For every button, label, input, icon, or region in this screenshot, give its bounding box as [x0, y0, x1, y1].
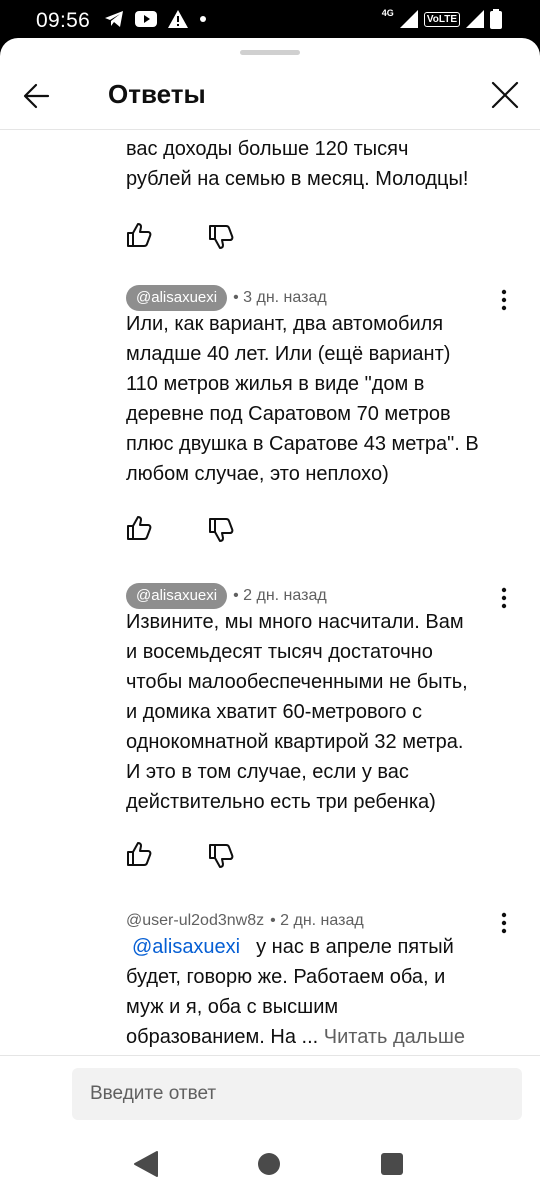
dislike-button[interactable] [206, 222, 236, 252]
status-time: 09:56 [36, 9, 91, 32]
reply-text-line: однокомнатной квартирой 32 метра. [126, 731, 464, 753]
read-more-link[interactable]: Читать дальше [324, 1026, 465, 1048]
warning-icon [168, 10, 188, 28]
network-type: 4G [381, 8, 394, 18]
reply-text: @alisaxuexi у нас в апреле пятый будет, г… [126, 932, 516, 1052]
thumb-up-icon [127, 842, 152, 866]
drag-handle[interactable] [240, 50, 300, 55]
reply-date: • 2 дн. назад [270, 912, 364, 929]
mention-link[interactable]: @alisaxuexi [132, 936, 240, 958]
close-icon [491, 81, 519, 109]
triangle-back-icon [134, 1151, 158, 1177]
dot-icon [200, 16, 206, 22]
reply-date: • 3 дн. назад [233, 289, 327, 306]
system-nav-bar [0, 1133, 540, 1200]
reply-text-line: плюс двушка в Саратове 43 метра". В [126, 433, 479, 455]
back-button[interactable] [18, 76, 58, 116]
reply-text-line: любом случае, это неплохо) [126, 463, 389, 485]
header-divider [0, 129, 540, 130]
telegram-icon [105, 11, 123, 27]
reply-text: Извините, мы много насчитали. Вам и восе… [126, 607, 516, 817]
reply-meta: @alisaxuexi • 3 дн. назад [126, 285, 327, 311]
reply-text-line: Извините, мы много насчитали. Вам [126, 611, 464, 633]
thumb-down-icon [209, 844, 234, 868]
reply-text-line: младше 40 лет. Или (ещё вариант) [126, 343, 451, 365]
reply-text-line: вас доходы больше 120 тысяч [126, 138, 409, 160]
reply-author[interactable]: @alisaxuexi [126, 285, 228, 311]
nav-back-button[interactable] [133, 1150, 159, 1178]
reply-text-line: @alisaxuexi у нас в апреле пятый [126, 932, 516, 962]
dislike-button[interactable] [206, 515, 236, 545]
close-button[interactable] [484, 74, 526, 116]
arrow-left-icon [23, 83, 50, 109]
reply-composer [0, 1055, 540, 1133]
battery-icon [490, 9, 502, 29]
replies-header: Ответы [0, 68, 540, 130]
volte-badge: VoLTE [423, 11, 460, 27]
more-vertical-icon [501, 289, 507, 311]
reply-text-line: чтобы малообеспеченными не быть, [126, 671, 468, 693]
reply-text-line: и домика хватит 60-метрового с [126, 701, 423, 723]
reply-meta: @user-ul2od3nw8z • 2 дн. назад [126, 908, 364, 934]
like-button[interactable] [124, 513, 154, 543]
reply-actions [0, 220, 540, 250]
like-button[interactable] [124, 220, 154, 250]
reply-actions [0, 839, 540, 869]
reply-meta: @alisaxuexi • 2 дн. назад [126, 583, 327, 609]
reply-text-line: будет, говорю же. Работаем оба, и [126, 966, 446, 988]
signal-icon [399, 10, 418, 28]
reply-text-line: образованием. На ... Читать дальше [126, 1022, 516, 1052]
system-icons: 4G VoLTE [381, 8, 502, 29]
reply-date: • 2 дн. назад [233, 587, 327, 604]
reply-input[interactable] [72, 1068, 522, 1120]
thumb-down-icon [209, 518, 234, 542]
reply-text-fragment: образованием. На ... [126, 1026, 319, 1048]
thumb-up-icon [127, 516, 152, 540]
nav-recents-button[interactable] [381, 1153, 403, 1175]
reply-text: Или, как вариант, два автомобиля младше … [126, 309, 516, 489]
page-title: Ответы [108, 79, 206, 109]
reply-author[interactable]: @user-ul2od3nw8z [126, 908, 264, 934]
more-vertical-icon [501, 912, 507, 934]
reply-text-line: деревне под Саратовом 70 метров [126, 403, 451, 425]
status-bar: 09:56 4G VoLTE [0, 0, 540, 40]
youtube-icon [135, 11, 157, 27]
reply-text-line: действительно есть три ребенка) [126, 791, 436, 813]
thumb-down-icon [209, 225, 234, 249]
replies-sheet: Ответы вас доходы больше 120 тысяч рубле… [0, 38, 540, 1063]
nav-home-button[interactable] [258, 1153, 280, 1175]
signal-icon [466, 10, 484, 28]
reply-text-line: муж и я, оба с высшим [126, 996, 339, 1018]
replies-list[interactable]: вас доходы больше 120 тысяч рублей на се… [0, 130, 540, 1063]
reply-text-line: И это в том случае, если у вас [126, 761, 409, 783]
reply-text-line: и восемьдесят тысяч достаточно [126, 641, 433, 663]
reply-text-line: 110 метров жилья в виде "дом в [126, 373, 425, 395]
reply-text-fragment: у нас в апреле пятый [256, 936, 454, 958]
thumb-up-icon [127, 223, 152, 247]
reply-text-line: Или, как вариант, два автомобиля [126, 313, 444, 335]
more-vertical-icon [501, 587, 507, 609]
dislike-button[interactable] [206, 841, 236, 871]
reply-author[interactable]: @alisaxuexi [126, 583, 228, 609]
notification-icons [104, 10, 207, 28]
like-button[interactable] [124, 839, 154, 869]
reply-actions [0, 513, 540, 543]
reply-text-line: рублей на семью в месяц. Молодцы! [126, 168, 469, 190]
